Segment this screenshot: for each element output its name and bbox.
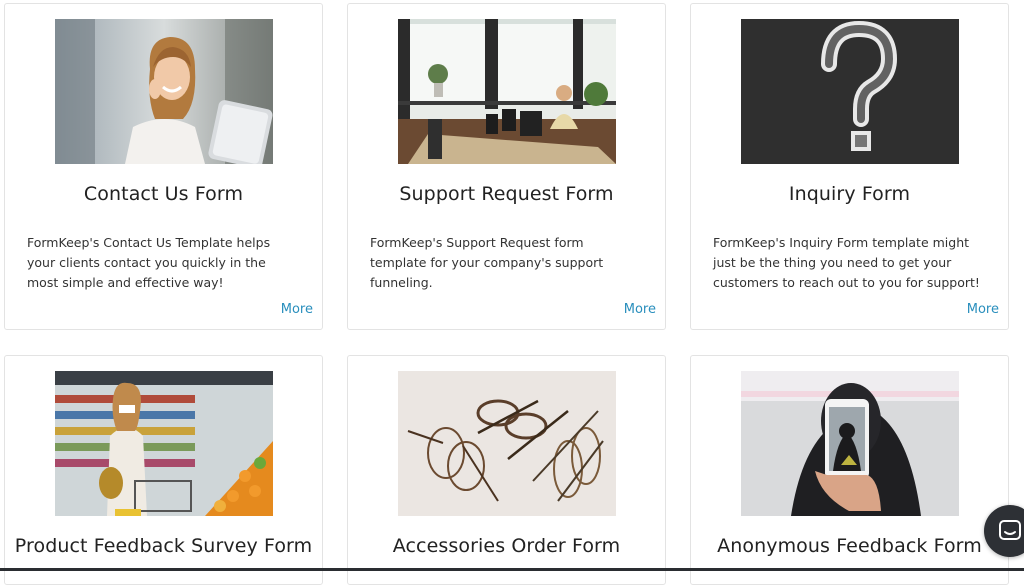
template-card-product-feedback-survey[interactable]: Product Feedback Survey Form xyxy=(4,355,323,585)
card-description: FormKeep's Support Request form template… xyxy=(370,235,604,290)
card-title[interactable]: Anonymous Feedback Form xyxy=(691,535,1008,557)
card-image-chalk-question-mark[interactable] xyxy=(741,19,959,164)
card-image-eyeglasses[interactable] xyxy=(398,371,616,516)
card-title[interactable]: Accessories Order Form xyxy=(348,535,665,557)
template-card-support-request[interactable]: Support Request Form FormKeep's Support … xyxy=(347,3,666,330)
card-image-hooded-person-phone[interactable] xyxy=(741,371,959,516)
card-description: FormKeep's Contact Us Template helps you… xyxy=(27,235,271,290)
template-card-contact-us[interactable]: Contact Us Form FormKeep's Contact Us Te… xyxy=(4,3,323,330)
card-description: FormKeep's Inquiry Form template might j… xyxy=(713,235,980,290)
chat-icon xyxy=(998,519,1022,543)
card-title[interactable]: Contact Us Form xyxy=(5,183,322,205)
more-link[interactable]: More xyxy=(967,302,999,317)
more-link[interactable]: More xyxy=(281,302,313,317)
template-card-inquiry[interactable]: Inquiry Form FormKeep's Inquiry Form tem… xyxy=(690,3,1009,330)
card-image-office-desk[interactable] xyxy=(398,19,616,164)
card-title[interactable]: Product Feedback Survey Form xyxy=(5,535,322,557)
card-image-woman-on-phone[interactable] xyxy=(55,19,273,164)
card-title[interactable]: Support Request Form xyxy=(348,183,665,205)
template-card-accessories-order[interactable]: Accessories Order Form xyxy=(347,355,666,585)
card-title[interactable]: Inquiry Form xyxy=(691,183,1008,205)
card-image-grocery-shopper[interactable] xyxy=(55,371,273,516)
more-link[interactable]: More xyxy=(624,302,656,317)
template-card-anonymous-feedback[interactable]: Anonymous Feedback Form xyxy=(690,355,1009,585)
